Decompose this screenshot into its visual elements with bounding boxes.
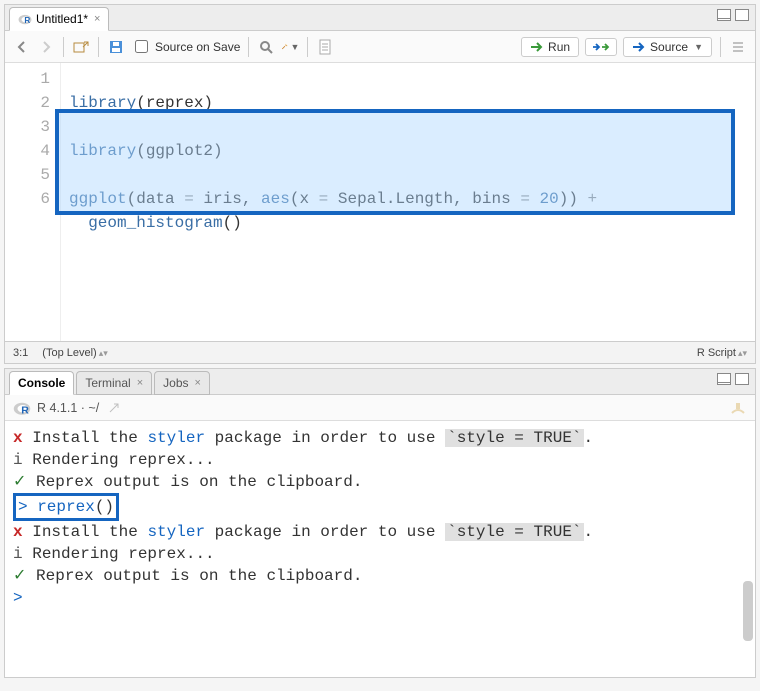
console-prompt[interactable]: > <box>13 587 747 609</box>
editor-toolbar: Source on Save ▼ Run Source ▼ <box>5 31 755 63</box>
close-icon[interactable]: × <box>137 377 143 389</box>
minimize-icon[interactable] <box>717 9 731 21</box>
source-arrow-icon <box>632 41 646 53</box>
r-logo-icon: R <box>18 12 32 26</box>
source-button[interactable]: Source ▼ <box>623 37 712 57</box>
save-icon[interactable] <box>107 38 125 56</box>
maximize-icon[interactable] <box>735 373 749 385</box>
editor-tab-title: Untitled1* <box>36 12 88 26</box>
pane-window-controls[interactable] <box>717 373 749 385</box>
code-line: library(ggplot2) <box>69 142 223 160</box>
code-line: geom_histogram() <box>69 214 242 232</box>
console-line: ✓ Reprex output is on the clipboard. <box>13 565 747 587</box>
console-output[interactable]: x Install the styler package in order to… <box>5 421 755 677</box>
language-selector[interactable]: R Script▴▾ <box>697 347 747 359</box>
tab-jobs[interactable]: Jobs × <box>154 371 210 395</box>
scope-selector[interactable]: (Top Level)▴▾ <box>42 347 107 359</box>
source-label: Source <box>650 40 688 54</box>
line-gutter: 1 2 3 4 5 6 <box>5 63 61 341</box>
editor-tab[interactable]: R Untitled1* × <box>9 7 109 31</box>
forward-icon[interactable] <box>37 38 55 56</box>
rerun-button[interactable] <box>585 38 617 56</box>
source-on-save-label: Source on Save <box>155 40 240 54</box>
code-area[interactable]: library(reprex) library(ggplot2) ggplot(… <box>61 63 755 341</box>
source-on-save-toggle[interactable]: Source on Save <box>131 37 240 56</box>
editor-statusbar: 3:1 (Top Level)▴▾ R Script▴▾ <box>5 341 755 363</box>
console-pane: Console Terminal × Jobs × R R 4.1.1 · ~/ <box>4 368 756 678</box>
tab-terminal-label: Terminal <box>85 376 130 390</box>
code-tools-icon[interactable]: ▼ <box>281 38 299 56</box>
run-label: Run <box>548 40 570 54</box>
cursor-position: 3:1 <box>13 347 28 359</box>
svg-text:R: R <box>24 16 30 25</box>
close-icon[interactable]: × <box>94 13 100 25</box>
code-line: ggplot(data = iris, aes(x = Sepal.Length… <box>69 190 597 208</box>
close-icon[interactable]: × <box>195 377 201 389</box>
tab-terminal[interactable]: Terminal × <box>76 371 152 395</box>
maximize-icon[interactable] <box>735 9 749 21</box>
show-in-new-window-icon[interactable] <box>72 38 90 56</box>
rerun-icon <box>592 41 610 53</box>
pane-window-controls[interactable] <box>717 9 749 21</box>
svg-text:R: R <box>21 404 29 416</box>
console-line: ✓ Reprex output is on the clipboard. <box>13 471 747 493</box>
source-pane: R Untitled1* × Source on Save <box>4 4 756 364</box>
find-icon[interactable] <box>257 38 275 56</box>
minimize-icon[interactable] <box>717 373 731 385</box>
tab-console-label: Console <box>18 376 65 390</box>
run-arrow-icon <box>530 41 544 53</box>
r-version: R 4.1.1 · ~/ <box>37 401 99 415</box>
scrollbar[interactable] <box>743 581 753 641</box>
clear-console-icon[interactable] <box>729 399 747 417</box>
code-editor[interactable]: 1 2 3 4 5 6 library(reprex) library(ggpl… <box>5 63 755 341</box>
tab-jobs-label: Jobs <box>163 376 188 390</box>
console-line: x Install the styler package in order to… <box>13 521 747 543</box>
console-tabstrip: Console Terminal × Jobs × <box>5 369 755 395</box>
popout-icon[interactable] <box>105 399 123 417</box>
tab-console[interactable]: Console <box>9 371 74 395</box>
editor-tabstrip: R Untitled1* × <box>5 5 755 31</box>
source-on-save-checkbox[interactable] <box>135 40 148 53</box>
outline-icon[interactable] <box>729 38 747 56</box>
code-line <box>69 118 79 136</box>
back-icon[interactable] <box>13 38 31 56</box>
r-logo-icon: R <box>13 399 31 417</box>
console-line: > reprex() <box>13 493 747 521</box>
console-line: i Rendering reprex... <box>13 543 747 565</box>
run-button[interactable]: Run <box>521 37 579 57</box>
compile-report-icon[interactable] <box>316 38 334 56</box>
code-line <box>69 166 79 184</box>
console-line: x Install the styler package in order to… <box>13 427 747 449</box>
console-header: R R 4.1.1 · ~/ <box>5 395 755 421</box>
console-line: i Rendering reprex... <box>13 449 747 471</box>
code-line: library(reprex) <box>69 94 213 112</box>
